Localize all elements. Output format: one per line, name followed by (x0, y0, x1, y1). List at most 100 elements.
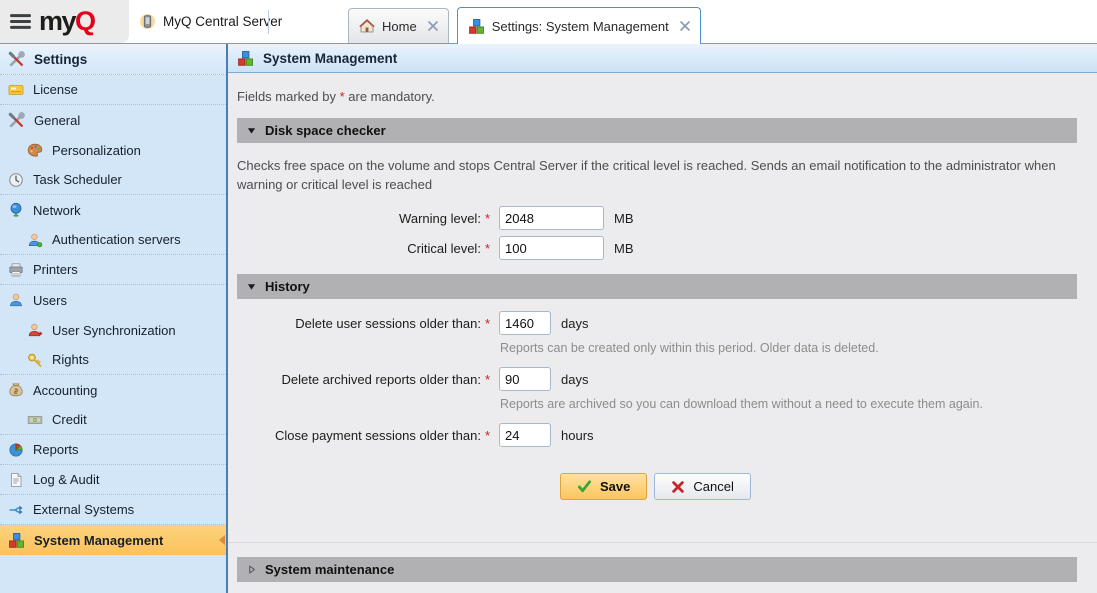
myq-logo: myQ (39, 8, 95, 35)
delete-archived-reports-older-than-input[interactable] (499, 367, 551, 391)
sidebar-item-external-systems[interactable]: External Systems (0, 495, 226, 525)
section-rows: Warning level:*MBCritical level:*MB (228, 206, 1097, 260)
section-title: Disk space checker (265, 123, 386, 138)
app-window: myQ MyQ Central Server Home Settings: Sys… (0, 0, 1097, 593)
server-status-icon (139, 13, 156, 30)
sidebar-item-accounting[interactable]: Accounting (0, 375, 226, 405)
sidebar-item-label: Reports (33, 442, 79, 457)
sidebar-item-label: Log & Audit (33, 472, 100, 487)
form-sections: Disk space checkerChecks free space on t… (228, 118, 1097, 447)
sidebar-item-log-audit[interactable]: Log & Audit (0, 465, 226, 495)
page-header: System Management (228, 44, 1097, 73)
sidebar-item-label: User Synchronization (52, 323, 176, 338)
tri-down-icon (247, 282, 256, 291)
sidebar-item-general[interactable]: General (0, 105, 226, 135)
note-prefix: Fields marked by (237, 89, 340, 104)
button-row: Save Cancel (560, 473, 1097, 500)
money-bag-icon (8, 382, 24, 398)
save-button[interactable]: Save (560, 473, 647, 500)
personalization-icon (27, 142, 43, 158)
sidebar-item-users[interactable]: Users (0, 285, 226, 315)
cancel-button[interactable]: Cancel (654, 473, 750, 500)
tab-label: Home (382, 19, 417, 34)
document-icon (8, 472, 24, 488)
sidebar-item-credit[interactable]: Credit (0, 405, 226, 435)
close-payment-sessions-older-than-input[interactable] (499, 423, 551, 447)
sidebar-item-label: External Systems (33, 502, 134, 517)
sidebar-item-label: License (33, 82, 78, 97)
logo-text-red: Q (75, 6, 95, 36)
tab-label: Settings: System Management (492, 19, 669, 34)
section-header-disk-space-checker[interactable]: Disk space checker (237, 118, 1077, 143)
sidebar-menu: License General Personalization Task Schedu… (0, 75, 226, 555)
sidebar-item-label: Printers (33, 262, 78, 277)
tab-settings-system-management[interactable]: Settings: System Management (457, 7, 701, 44)
required-marker: * (485, 372, 490, 387)
critical-level-input[interactable] (499, 236, 604, 260)
brand-block: myQ (0, 0, 129, 43)
tab-strip: Home Settings: System Management (348, 7, 701, 44)
sidebar-item-authentication-servers[interactable]: Authentication servers (0, 225, 226, 255)
field-hint: Reports are archived so you can download… (500, 397, 1077, 411)
form-row: Delete user sessions older than:* days (228, 311, 1097, 335)
blocks-icon (8, 532, 25, 549)
blocks-icon (237, 50, 254, 67)
section-rows: Delete user sessions older than:* days Rep… (228, 311, 1097, 447)
required-marker: * (485, 211, 490, 226)
sidebar-item-license[interactable]: License (0, 75, 226, 105)
required-marker: * (485, 316, 490, 331)
main-content: System Management Fields marked by * are… (228, 44, 1097, 593)
warning-level-input[interactable] (499, 206, 604, 230)
form-row: Delete archived reports older than:*days (228, 367, 1097, 391)
cancel-button-label: Cancel (693, 479, 733, 494)
sidebar-item-label: System Management (34, 533, 163, 548)
blocks-icon (468, 18, 485, 35)
sidebar-item-label: Network (33, 203, 81, 218)
server-name-label: MyQ Central Server (163, 14, 282, 29)
home-icon (359, 18, 375, 34)
section-header-history[interactable]: History (237, 274, 1077, 299)
mandatory-note: Fields marked by * are mandatory. (237, 89, 1077, 104)
auth-servers-icon (27, 232, 43, 248)
external-arrows-icon (8, 502, 24, 518)
section-title: System maintenance (265, 562, 394, 577)
license-icon (8, 82, 24, 98)
hamburger-icon[interactable] (10, 13, 31, 30)
warning-level-label: Warning level:* (228, 211, 490, 226)
sidebar-item-user-synchronization[interactable]: User Synchronization (0, 315, 226, 345)
delete-user-sessions-older-than-input[interactable] (499, 311, 551, 335)
sidebar-item-label: Personalization (52, 143, 141, 158)
required-marker: * (485, 428, 490, 443)
sidebar-item-system-management[interactable]: System Management (0, 525, 226, 555)
critical-level-label: Critical level:* (228, 241, 490, 256)
sidebar-item-task-scheduler[interactable]: Task Scheduler (0, 165, 226, 195)
delete-user-sessions-older-than-label: Delete user sessions older than:* (228, 316, 490, 331)
sidebar-item-label: Accounting (33, 383, 97, 398)
unit-label: hours (561, 428, 594, 443)
tri-down-icon (247, 126, 256, 135)
sidebar-item-reports[interactable]: Reports (0, 435, 226, 465)
cross-icon (671, 480, 685, 494)
tab-home[interactable]: Home (348, 8, 449, 43)
sidebar-item-label: Authentication servers (52, 232, 181, 247)
unit-label: MB (614, 241, 634, 256)
user-sync-icon (27, 322, 43, 338)
printer-icon (8, 262, 24, 278)
tab-close-icon[interactable] (428, 21, 438, 31)
page-title: System Management (263, 51, 397, 66)
sidebar-header-settings: Settings (0, 44, 226, 75)
tab-close-icon[interactable] (680, 21, 690, 31)
topbar-separator (268, 10, 269, 34)
logo-text-black: my (39, 6, 75, 36)
unit-label: days (561, 316, 588, 331)
key-icon (27, 352, 43, 368)
section-header-system-maintenance[interactable]: System maintenance (237, 557, 1077, 582)
task-scheduler-icon (8, 172, 24, 188)
sidebar-item-rights[interactable]: Rights (0, 345, 226, 375)
sidebar-item-label: Credit (52, 412, 87, 427)
sidebar-item-label: Task Scheduler (33, 172, 122, 187)
sidebar-item-personalization[interactable]: Personalization (0, 135, 226, 165)
sidebar-item-printers[interactable]: Printers (0, 255, 226, 285)
delete-archived-reports-older-than-label: Delete archived reports older than:* (228, 372, 490, 387)
sidebar-item-network[interactable]: Network (0, 195, 226, 225)
